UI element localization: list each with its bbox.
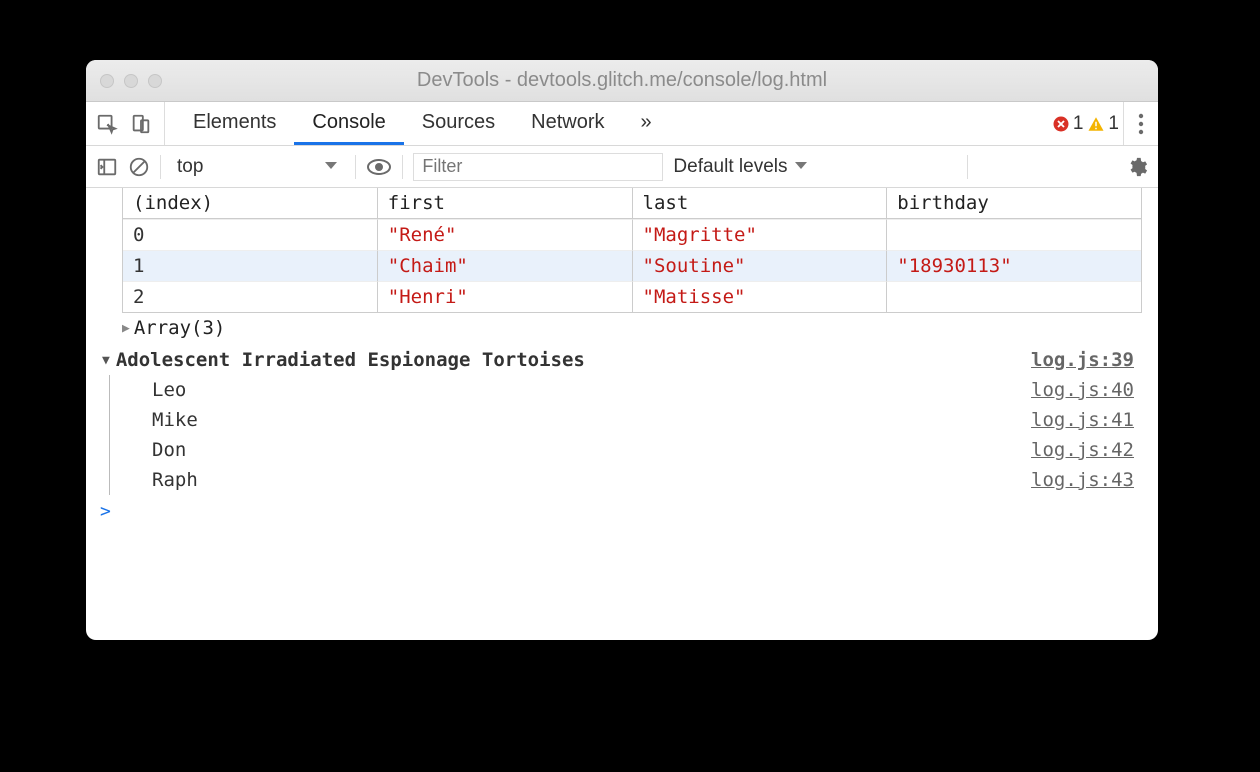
console-table: (index) first last birthday 0 "René" "Ma… (122, 188, 1142, 313)
tab-console[interactable]: Console (294, 102, 403, 145)
console-group: ▼ Adolescent Irradiated Espionage Tortoi… (102, 345, 1142, 495)
titlebar: DevTools - devtools.glitch.me/console/lo… (86, 60, 1158, 102)
table-header-row: (index) first last birthday (123, 188, 1141, 219)
warning-count: 1 (1108, 113, 1119, 135)
col-index[interactable]: (index) (123, 188, 377, 219)
log-entry[interactable]: Raph log.js:43 (110, 465, 1142, 495)
console-prompt[interactable]: > (86, 495, 1158, 528)
error-count: 1 (1073, 113, 1084, 135)
levels-label: Default levels (673, 156, 787, 178)
devtools-window: DevTools - devtools.glitch.me/console/lo… (86, 60, 1158, 640)
chevron-down-icon (323, 156, 339, 178)
main-tabbar: Elements Console Sources Network » 1 1 (86, 102, 1158, 146)
tab-overflow[interactable]: » (623, 102, 670, 145)
zoom-dot[interactable] (148, 74, 162, 88)
error-badge[interactable]: 1 (1052, 113, 1084, 135)
inspect-icon[interactable] (96, 113, 118, 135)
filter-input[interactable] (413, 153, 663, 181)
log-message: Raph (110, 469, 1031, 491)
source-link[interactable]: log.js:43 (1031, 469, 1134, 491)
log-entry[interactable]: Mike log.js:41 (110, 405, 1142, 435)
more-icon[interactable] (1130, 102, 1152, 145)
array-summary: Array(3) (134, 317, 226, 339)
sidebar-toggle-icon[interactable] (96, 156, 118, 178)
disclosure-triangle-icon[interactable]: ▶ (122, 321, 130, 336)
group-title: Adolescent Irradiated Espionage Tortoise… (110, 349, 1031, 371)
traffic-lights (100, 74, 162, 88)
table-row[interactable]: 2 "Henri" "Matisse" (123, 281, 1141, 312)
disclosure-triangle-icon[interactable]: ▼ (102, 353, 110, 368)
clear-console-icon[interactable] (128, 156, 150, 178)
log-entry[interactable]: Leo log.js:40 (110, 375, 1142, 405)
col-birthday[interactable]: birthday (886, 188, 1141, 219)
source-link[interactable]: log.js:41 (1031, 409, 1134, 431)
tab-network[interactable]: Network (513, 102, 622, 145)
col-first[interactable]: first (377, 188, 632, 219)
settings-icon[interactable] (1126, 156, 1148, 178)
source-link[interactable]: log.js:42 (1031, 439, 1134, 461)
table-footer[interactable]: ▶ Array(3) (122, 317, 1158, 339)
table-row[interactable]: 1 "Chaim" "Soutine" "18930113" (123, 250, 1141, 281)
tab-elements[interactable]: Elements (175, 102, 294, 145)
prompt-chevron: > (100, 501, 111, 522)
log-message: Don (110, 439, 1031, 461)
device-toggle-icon[interactable] (130, 113, 152, 135)
window-title: DevTools - devtools.glitch.me/console/lo… (86, 69, 1158, 92)
context-label: top (177, 156, 203, 178)
status-badges[interactable]: 1 1 (1052, 102, 1124, 145)
log-message: Leo (110, 379, 1031, 401)
close-dot[interactable] (100, 74, 114, 88)
context-selector[interactable]: top (171, 156, 345, 178)
warning-badge[interactable]: 1 (1087, 113, 1119, 135)
source-link[interactable]: log.js:40 (1031, 379, 1134, 401)
chevron-down-icon (793, 156, 809, 178)
table-row[interactable]: 0 "René" "Magritte" (123, 219, 1141, 250)
console-toolbar: top Default levels (86, 146, 1158, 188)
group-header[interactable]: ▼ Adolescent Irradiated Espionage Tortoi… (102, 345, 1142, 375)
log-levels-selector[interactable]: Default levels (673, 156, 809, 178)
log-message: Mike (110, 409, 1031, 431)
col-last[interactable]: last (632, 188, 887, 219)
minimize-dot[interactable] (124, 74, 138, 88)
log-entry[interactable]: Don log.js:42 (110, 435, 1142, 465)
source-link[interactable]: log.js:39 (1031, 349, 1134, 371)
tab-sources[interactable]: Sources (404, 102, 513, 145)
live-expression-icon[interactable] (366, 156, 392, 178)
